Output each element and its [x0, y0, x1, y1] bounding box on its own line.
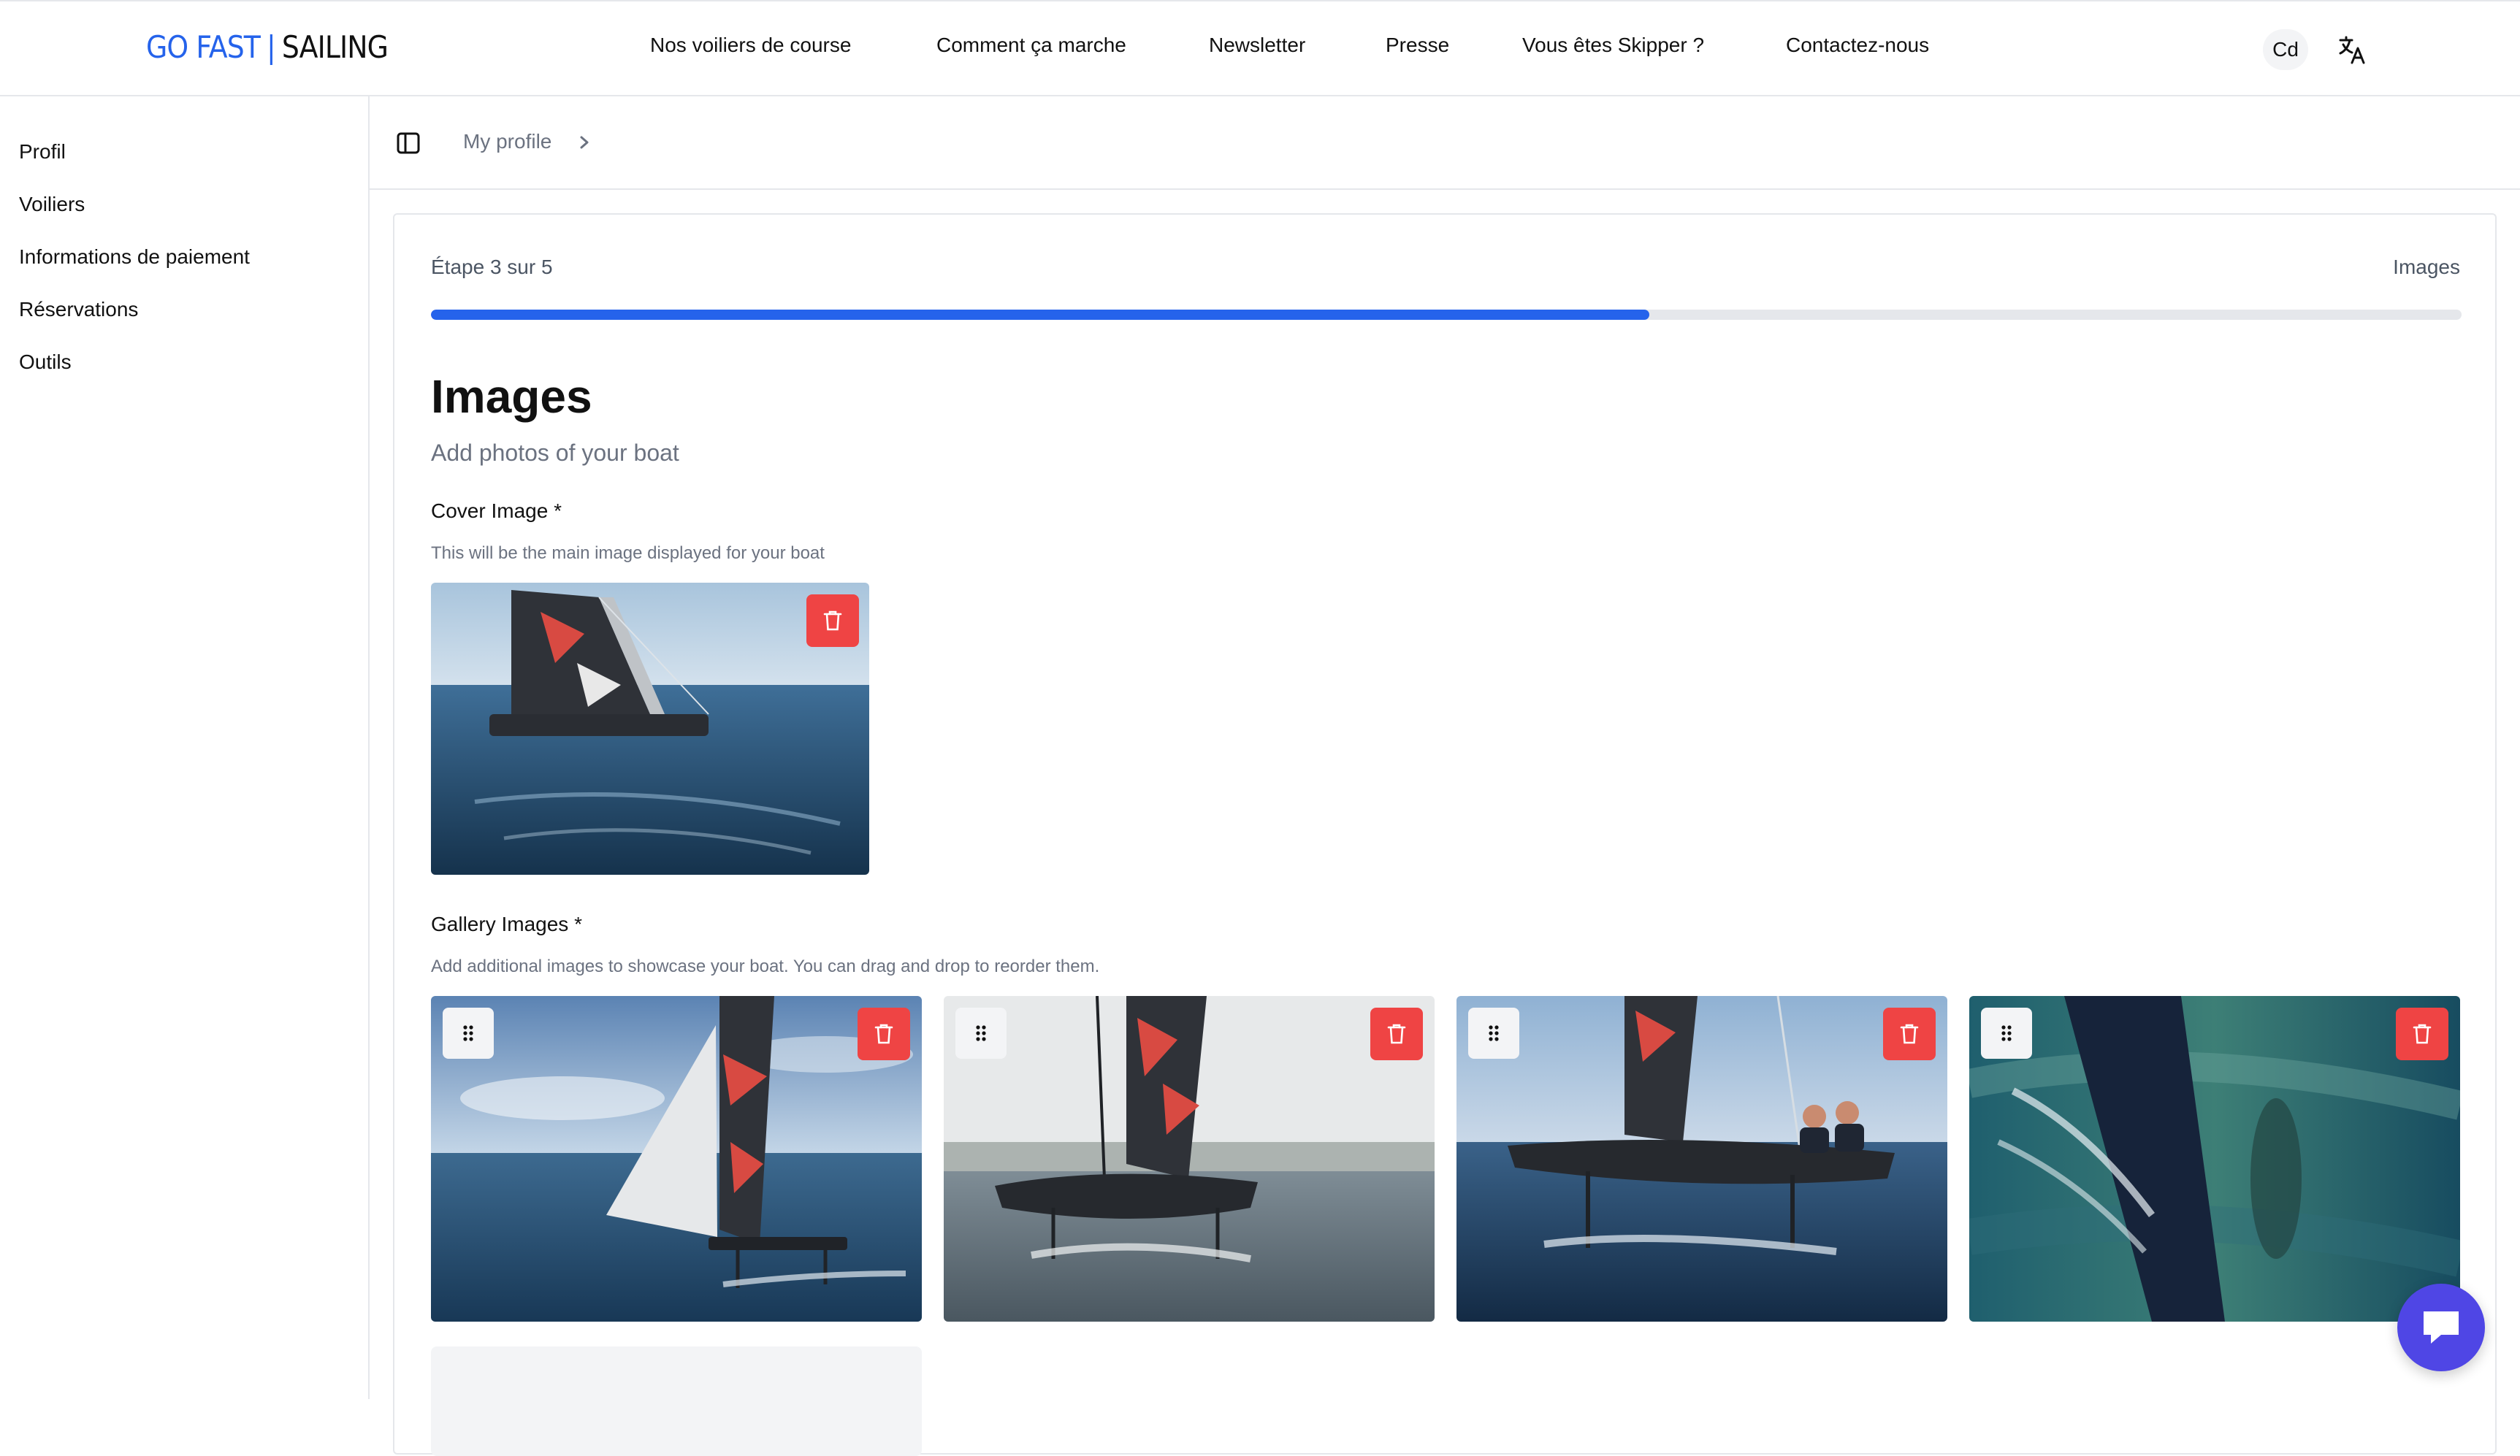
page-title: Images	[431, 370, 592, 423]
trash-icon	[2413, 1024, 2432, 1044]
gallery-image-photo	[1456, 996, 1947, 1322]
gallery-image-photo	[431, 996, 922, 1322]
chat-bubble-icon	[2424, 1311, 2459, 1344]
delete-gallery-image-button[interactable]	[1370, 1008, 1423, 1060]
sidebar: Profil Voiliers Informations de paiement…	[0, 96, 370, 1399]
step-indicator: Étape 3 sur 5	[431, 256, 553, 278]
gallery-image-photo	[1969, 996, 2460, 1322]
nav-item-newsletter[interactable]: Newsletter	[1209, 34, 1305, 57]
sidebar-item-paiement[interactable]: Informations de paiement	[19, 245, 250, 269]
delete-gallery-image-button[interactable]	[858, 1008, 910, 1060]
sidebar-toggle-icon[interactable]	[396, 131, 421, 155]
nav-item-comment[interactable]: Comment ça marche	[936, 34, 1126, 57]
wizard-card: Étape 3 sur 5 Images Images Add photos o…	[393, 213, 2497, 1456]
page-subtitle: Add photos of your boat	[431, 440, 679, 466]
trash-icon	[874, 1024, 893, 1044]
drag-handle-icon	[463, 1025, 473, 1041]
trash-icon	[1900, 1024, 1919, 1044]
sidebar-item-profil[interactable]: Profil	[19, 140, 66, 164]
delete-gallery-image-button[interactable]	[1883, 1008, 1936, 1060]
translate-icon[interactable]	[2337, 34, 2367, 66]
breadcrumb-bar: My profile	[370, 96, 2520, 190]
drag-handle[interactable]	[955, 1008, 1007, 1059]
drag-handle-icon	[976, 1025, 986, 1041]
chevron-right-icon	[580, 136, 589, 149]
add-gallery-image-dropzone[interactable]	[431, 1346, 922, 1456]
chat-launcher-button[interactable]	[2397, 1284, 2485, 1371]
step-name: Images	[2393, 256, 2460, 278]
progress-bar	[431, 310, 2462, 320]
drag-handle[interactable]	[1468, 1008, 1519, 1059]
trash-icon	[823, 610, 842, 631]
sidebar-item-reservations[interactable]: Réservations	[19, 298, 138, 321]
main-nav: Nos voiliers de course Comment ça marche…	[0, 34, 2520, 66]
top-navigation-bar: GO FAST | SAILING Nos voiliers de course C…	[0, 0, 2520, 96]
drag-handle-icon	[1489, 1025, 1499, 1041]
trash-icon	[1387, 1024, 1406, 1044]
nav-item-contact[interactable]: Contactez-nous	[1786, 34, 1929, 57]
cover-image	[431, 583, 869, 875]
drag-handle[interactable]	[1981, 1008, 2032, 1059]
cover-image-label: Cover Image *	[431, 499, 562, 522]
gallery-image-photo	[944, 996, 1435, 1322]
nav-item-skipper[interactable]: Vous êtes Skipper ?	[1522, 34, 1704, 57]
cover-image-hint: This will be the main image displayed fo…	[431, 543, 825, 563]
gallery-image[interactable]	[1969, 996, 2460, 1322]
gallery-image[interactable]	[1456, 996, 1947, 1322]
sidebar-item-voiliers[interactable]: Voiliers	[19, 193, 85, 216]
drag-handle-icon	[2001, 1025, 2012, 1041]
delete-cover-button[interactable]	[806, 594, 859, 647]
gallery-image[interactable]	[431, 996, 922, 1322]
gallery-image[interactable]	[944, 996, 1435, 1322]
cover-image-photo	[431, 583, 869, 875]
drag-handle[interactable]	[443, 1008, 494, 1059]
progress-bar-fill	[431, 310, 1649, 320]
gallery-images-label: Gallery Images *	[431, 913, 582, 935]
breadcrumb-item-my-profile[interactable]: My profile	[463, 130, 551, 153]
nav-item-voiliers[interactable]: Nos voiliers de course	[650, 34, 851, 57]
gallery-images-hint: Add additional images to showcase your b…	[431, 957, 1100, 976]
user-avatar[interactable]: Cd	[2263, 29, 2308, 70]
delete-gallery-image-button[interactable]	[2396, 1008, 2448, 1060]
nav-item-presse[interactable]: Presse	[1386, 34, 1449, 57]
sidebar-item-outils[interactable]: Outils	[19, 350, 72, 374]
